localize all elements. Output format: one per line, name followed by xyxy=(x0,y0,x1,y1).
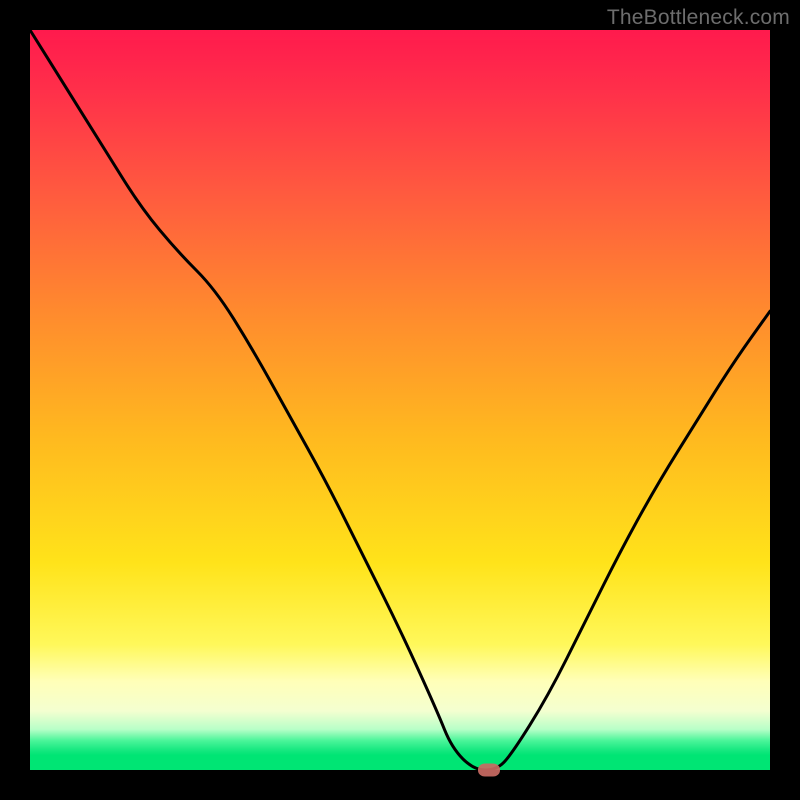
optimum-marker xyxy=(478,764,500,777)
bottleneck-curve xyxy=(30,30,770,770)
plot-area xyxy=(30,30,770,770)
watermark-text: TheBottleneck.com xyxy=(607,6,790,30)
chart-frame: TheBottleneck.com xyxy=(0,0,800,800)
